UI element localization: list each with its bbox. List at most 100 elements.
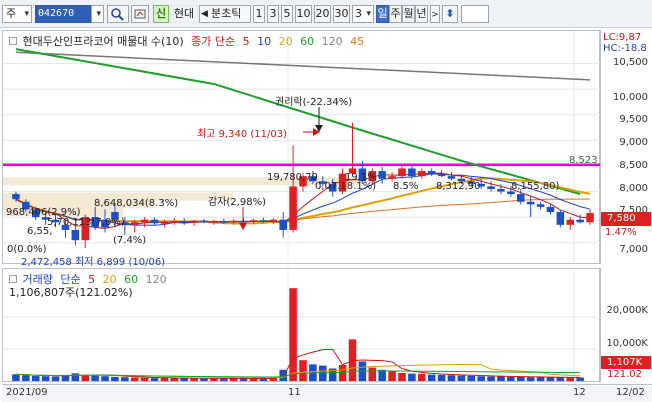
candle-body [130, 222, 139, 225]
volume-bar [111, 376, 119, 381]
current-volume-badge: 1,107K [601, 356, 651, 369]
volume-bar [556, 377, 565, 381]
high-annotation: 최고 9,340 (11/03) [197, 129, 288, 140]
lc-label: LC:9,87 [603, 32, 642, 43]
interval-5-button[interactable]: 5 [281, 5, 293, 23]
volume-bar [259, 378, 268, 381]
reduction-arrowhead [239, 223, 247, 230]
volume-bar [398, 373, 406, 381]
volume-bar [101, 376, 109, 381]
volume-bar [71, 373, 80, 381]
count-select[interactable]: 3 [352, 5, 374, 23]
next-arrow-button[interactable]: > [430, 5, 440, 23]
settings-button[interactable] [131, 5, 149, 23]
ma5-label: 5 [242, 35, 250, 48]
volume-bar [427, 374, 436, 381]
candle-body [210, 221, 218, 223]
interval-20-button[interactable]: 20 [314, 5, 331, 23]
price-chart-svg [3, 31, 601, 265]
volume-bar [289, 288, 297, 381]
signal-button[interactable]: 신 [153, 5, 169, 23]
candle-body [526, 201, 535, 205]
candle-body [190, 220, 198, 223]
left-arrow-icon: ◀ [201, 9, 208, 19]
vol-ma5-line [15, 348, 581, 379]
candle-body [160, 222, 169, 224]
profile-label-9: 6,55, [27, 226, 53, 237]
candle-body [239, 220, 248, 223]
profile-label-5: 8,155,80) [511, 181, 560, 192]
date-label: 12/02 [616, 387, 645, 398]
candle-body [229, 220, 238, 223]
volume-value-label: 1,106,807주(121.02%) [9, 286, 133, 299]
candle-body [427, 171, 436, 174]
volume-bar [299, 360, 307, 381]
volume-bar [239, 378, 248, 381]
price-tick: 8,000 [619, 183, 648, 194]
volume-bar [170, 378, 179, 381]
year-tab[interactable]: 년 [415, 5, 428, 23]
volume-bar [130, 377, 139, 381]
volume-bar [22, 375, 30, 381]
price-tick: 10,000 [613, 92, 648, 103]
interval-30-button[interactable]: 30 [333, 5, 350, 23]
volume-bar [51, 376, 60, 381]
market-select[interactable]: 주 [2, 5, 32, 23]
profile-label-8: 5,70,113(7.0%) [47, 217, 125, 228]
volume-bar [319, 365, 327, 381]
volume-bar [457, 375, 466, 381]
volume-bar [12, 374, 20, 381]
candle-body [180, 221, 188, 223]
date-label: 11 [288, 387, 301, 398]
market-label: 주 [6, 7, 17, 20]
volume-bar [576, 377, 584, 381]
current-volume-pct: 121.02 [607, 369, 642, 380]
extra-input[interactable] [461, 5, 489, 23]
candle-body [586, 213, 594, 223]
volume-bar [160, 377, 169, 381]
candle-body [249, 220, 258, 222]
code-dropdown-button[interactable] [91, 5, 104, 23]
date-label: 12 [573, 387, 586, 398]
period-select[interactable]: ◀ 분초틱 [199, 5, 251, 23]
month-tab[interactable]: 월 [402, 5, 415, 23]
count-value: 3 [355, 7, 362, 20]
toolbar: 주 042670 신 현대 ◀ 분초틱 1 3 5 10 20 30 3 일 주… [0, 0, 652, 28]
legend-checkbox-icon[interactable] [9, 37, 17, 45]
volume-bar [200, 378, 208, 381]
current-price-badge: 7,580 [601, 212, 651, 226]
candle-body [556, 212, 565, 225]
ma45-label: 45 [350, 35, 365, 48]
interval-1-button[interactable]: 1 [253, 5, 265, 23]
volume-bar [91, 375, 99, 381]
candle-body [220, 221, 228, 223]
volume-bar [338, 365, 347, 381]
profile-label-4: 8,312,90 [436, 181, 481, 192]
volume-tick: 20,000K [606, 305, 648, 316]
volume-bar [368, 367, 377, 381]
volume-bar [497, 376, 505, 381]
volume-bar [388, 371, 396, 381]
updown-button[interactable]: ⬍ [442, 5, 458, 23]
right-arrow-icon: > [431, 10, 439, 20]
ma-label: 종가 단순 [191, 35, 236, 48]
day-tab[interactable]: 일 [376, 5, 389, 23]
chart-settings-icon [134, 9, 146, 19]
volume-bar [121, 377, 129, 381]
week-tab[interactable]: 주 [389, 5, 402, 23]
candle-body [71, 229, 80, 241]
interval-10-button[interactable]: 10 [295, 5, 312, 23]
updown-arrow-icon: ⬍ [445, 7, 455, 20]
ma10-label: 10 [257, 35, 272, 48]
candle-body [12, 194, 20, 200]
stock-code-input[interactable]: 042670 [35, 5, 91, 23]
price-axis: LC:9,87 HC:-18.8 10,500 10,000 9,500 9,0… [600, 30, 652, 264]
volume-bar [408, 373, 416, 381]
search-button[interactable] [107, 5, 129, 23]
volume-bar [180, 378, 188, 381]
interval-3-button[interactable]: 3 [267, 5, 279, 23]
volume-bar [150, 378, 159, 381]
legend-checkbox-icon[interactable] [9, 275, 17, 283]
candle-body [269, 219, 278, 222]
candle-body [150, 219, 159, 224]
